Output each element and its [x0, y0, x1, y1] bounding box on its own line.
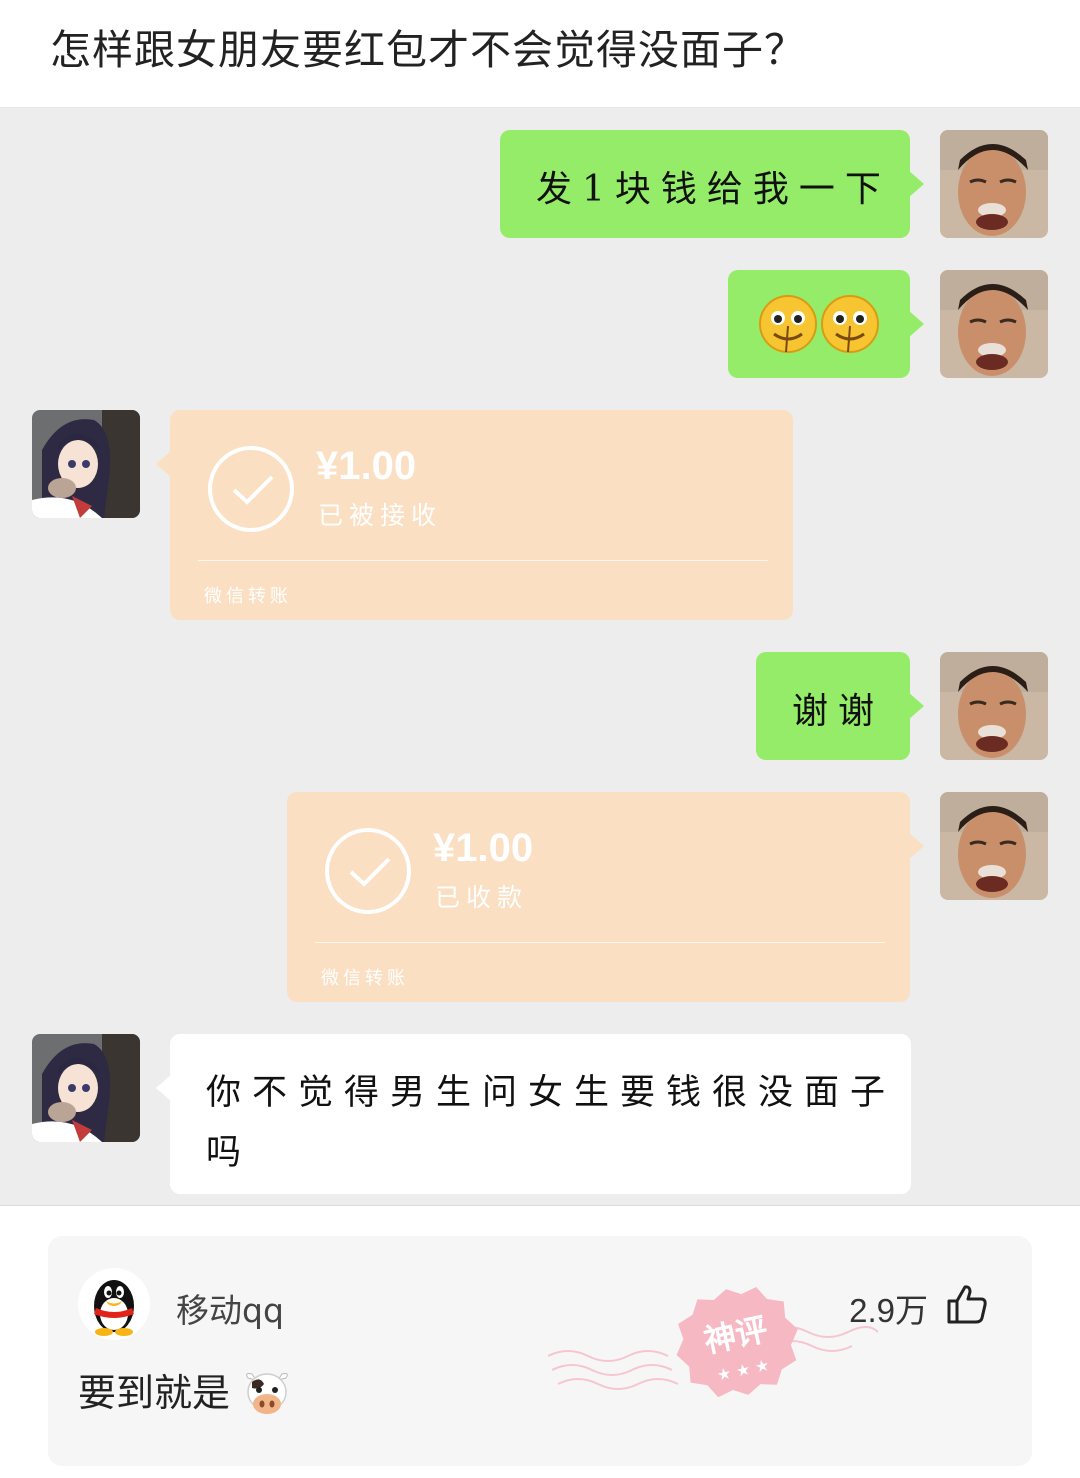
message-text: 谢谢 [792, 691, 885, 732]
transfer-divider [315, 942, 885, 943]
transfer-status: 已被接收 [318, 501, 443, 530]
transfer-amount: ¥1.00 [433, 826, 534, 870]
smile-emoji-icon [759, 295, 879, 353]
check-circle-icon [325, 828, 411, 914]
transfer-divider [198, 560, 768, 561]
male-avatar[interactable] [940, 130, 1048, 238]
male-avatar[interactable] [940, 792, 1048, 900]
question-title: 怎样跟女朋友要红包才不会觉得没面子？ [50, 26, 806, 74]
thumbs-up-icon[interactable] [946, 1284, 988, 1324]
girl-avatar[interactable] [32, 410, 140, 518]
anime-girl-avatar-icon [32, 410, 140, 518]
crying-man-avatar-icon [940, 792, 1048, 900]
comment-username[interactable]: 移动qq [176, 1284, 284, 1332]
male-avatar[interactable] [940, 270, 1048, 378]
comment-content: 要到就是 [78, 1362, 292, 1417]
chat-screenshot: 发1块钱给我一下 ¥1.00 已被接收 微信转账 谢谢 ¥1.00 已收款 微信… [0, 108, 1080, 1206]
emoji-bubble-right[interactable] [728, 270, 924, 378]
crying-man-avatar-icon [940, 652, 1048, 760]
male-avatar[interactable] [940, 652, 1048, 760]
transfer-card-received[interactable]: ¥1.00 已被接收 微信转账 [156, 410, 793, 620]
message-text-line2: 吗 [206, 1133, 252, 1173]
girl-avatar[interactable] [32, 1034, 140, 1142]
crying-man-avatar-icon [940, 130, 1048, 238]
message-text-line1: 你不觉得男生问女生要钱很没面子 [206, 1073, 897, 1113]
cow-emoji-icon [242, 1368, 292, 1416]
anime-girl-avatar-icon [32, 1034, 140, 1142]
message-text: 发1块钱给我一下 [536, 169, 891, 210]
message-bubble-right[interactable]: 发1块钱给我一下 [500, 130, 924, 238]
qq-penguin-avatar-icon[interactable] [78, 1268, 150, 1340]
top-comment-card[interactable]: 移动qq 2.9万 神评 ★ ★ ★ 要到就是 [48, 1236, 1032, 1466]
transfer-status: 已收款 [435, 883, 529, 912]
transfer-footer: 微信转账 [321, 968, 409, 989]
message-bubble-right[interactable]: 谢谢 [756, 652, 924, 760]
transfer-card-collected[interactable]: ¥1.00 已收款 微信转账 [287, 792, 924, 1002]
check-circle-icon [208, 446, 294, 532]
comment-text: 要到就是 [78, 1371, 231, 1415]
transfer-footer: 微信转账 [204, 586, 292, 607]
question-header: 怎样跟女朋友要红包才不会觉得没面子？ [0, 0, 1080, 108]
transfer-amount: ¥1.00 [316, 444, 417, 488]
message-bubble-left[interactable]: 你不觉得男生问女生要钱很没面子 吗 [156, 1034, 911, 1194]
hot-comment-stamp: 神评 ★ ★ ★ [547, 1286, 879, 1426]
crying-man-avatar-icon [940, 270, 1048, 378]
